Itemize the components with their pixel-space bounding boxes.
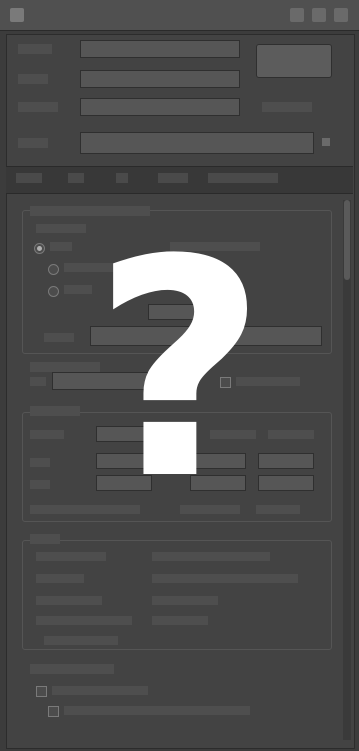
toolbar-item-2[interactable] [68,173,84,183]
toolbar [6,166,353,194]
option-label-path [44,333,74,342]
grid-footer-3 [256,505,300,514]
form-label-3 [18,102,58,112]
grid-row-label-1 [30,458,50,467]
radio-label-2 [64,263,134,272]
chevron-down-icon[interactable] [322,138,330,146]
group-title-3 [30,406,80,416]
form-field-3[interactable] [80,98,240,116]
info-key-5 [44,636,118,645]
grid-header-2 [210,430,256,439]
option-checkbox-label-1 [52,686,148,695]
grid-cell-1-3[interactable] [258,453,314,469]
group-title-4 [30,534,60,544]
option-field-1[interactable] [148,304,208,320]
vertical-scrollbar[interactable] [343,200,351,740]
radio-option-1[interactable] [34,243,45,254]
form-field-1[interactable] [80,40,240,58]
group-2-check-label [236,377,300,386]
window-titlebar [0,0,359,31]
radio-option-2[interactable] [48,264,59,275]
info-value-2 [152,574,298,583]
option-checkbox-2[interactable] [48,706,59,717]
form-field-2[interactable] [80,70,240,88]
grid-cell-1-2[interactable] [190,453,246,469]
grid-footer-2 [180,505,240,514]
close-icon[interactable] [334,8,348,22]
info-value-3 [152,596,218,605]
radio-option-3[interactable] [48,286,59,297]
window-icon [10,8,24,22]
toolbar-item-3[interactable] [116,173,128,183]
grid-cell-2-3[interactable] [258,475,314,491]
grid-footer-1 [30,505,140,514]
info-key-3 [36,596,102,605]
group-title-5 [30,664,114,674]
group-2-label [30,377,46,386]
info-value-4 [152,616,208,625]
group-title-2 [30,362,100,372]
minimize-icon[interactable] [290,8,304,22]
grid-cell-1-1[interactable] [96,453,152,469]
form-action-button[interactable] [256,44,332,78]
group-title-1 [30,206,150,216]
info-value-1 [152,552,270,561]
grid-row-label-2 [30,480,50,489]
maximize-icon[interactable] [312,8,326,22]
form-label-5 [18,138,48,148]
grid-cell-2-1[interactable] [96,475,152,491]
group-caption-1 [36,224,86,233]
option-checkbox-label-2 [64,706,250,715]
path-field[interactable] [90,326,322,346]
grid-field-1[interactable] [96,426,196,442]
form-label-1 [18,44,52,54]
grid-header-3 [268,430,314,439]
radio-note-1 [170,242,260,251]
toolbar-item-5[interactable] [208,173,278,183]
scrollbar-thumb[interactable] [344,200,350,280]
group-2-checkbox[interactable] [220,377,231,388]
toolbar-item-4[interactable] [158,173,188,183]
select-field[interactable] [80,132,314,154]
info-key-4 [36,616,132,625]
option-checkbox-1[interactable] [36,686,47,697]
form-label-4 [262,102,312,112]
info-key-2 [36,574,84,583]
form-label-2 [18,74,48,84]
radio-label-3 [64,285,92,294]
grid-cell-2-2[interactable] [190,475,246,491]
grid-header-1 [30,430,64,439]
radio-label-1 [50,242,72,251]
info-key-1 [36,552,106,561]
group-2-field[interactable] [52,372,148,390]
toolbar-item-1[interactable] [16,173,42,183]
